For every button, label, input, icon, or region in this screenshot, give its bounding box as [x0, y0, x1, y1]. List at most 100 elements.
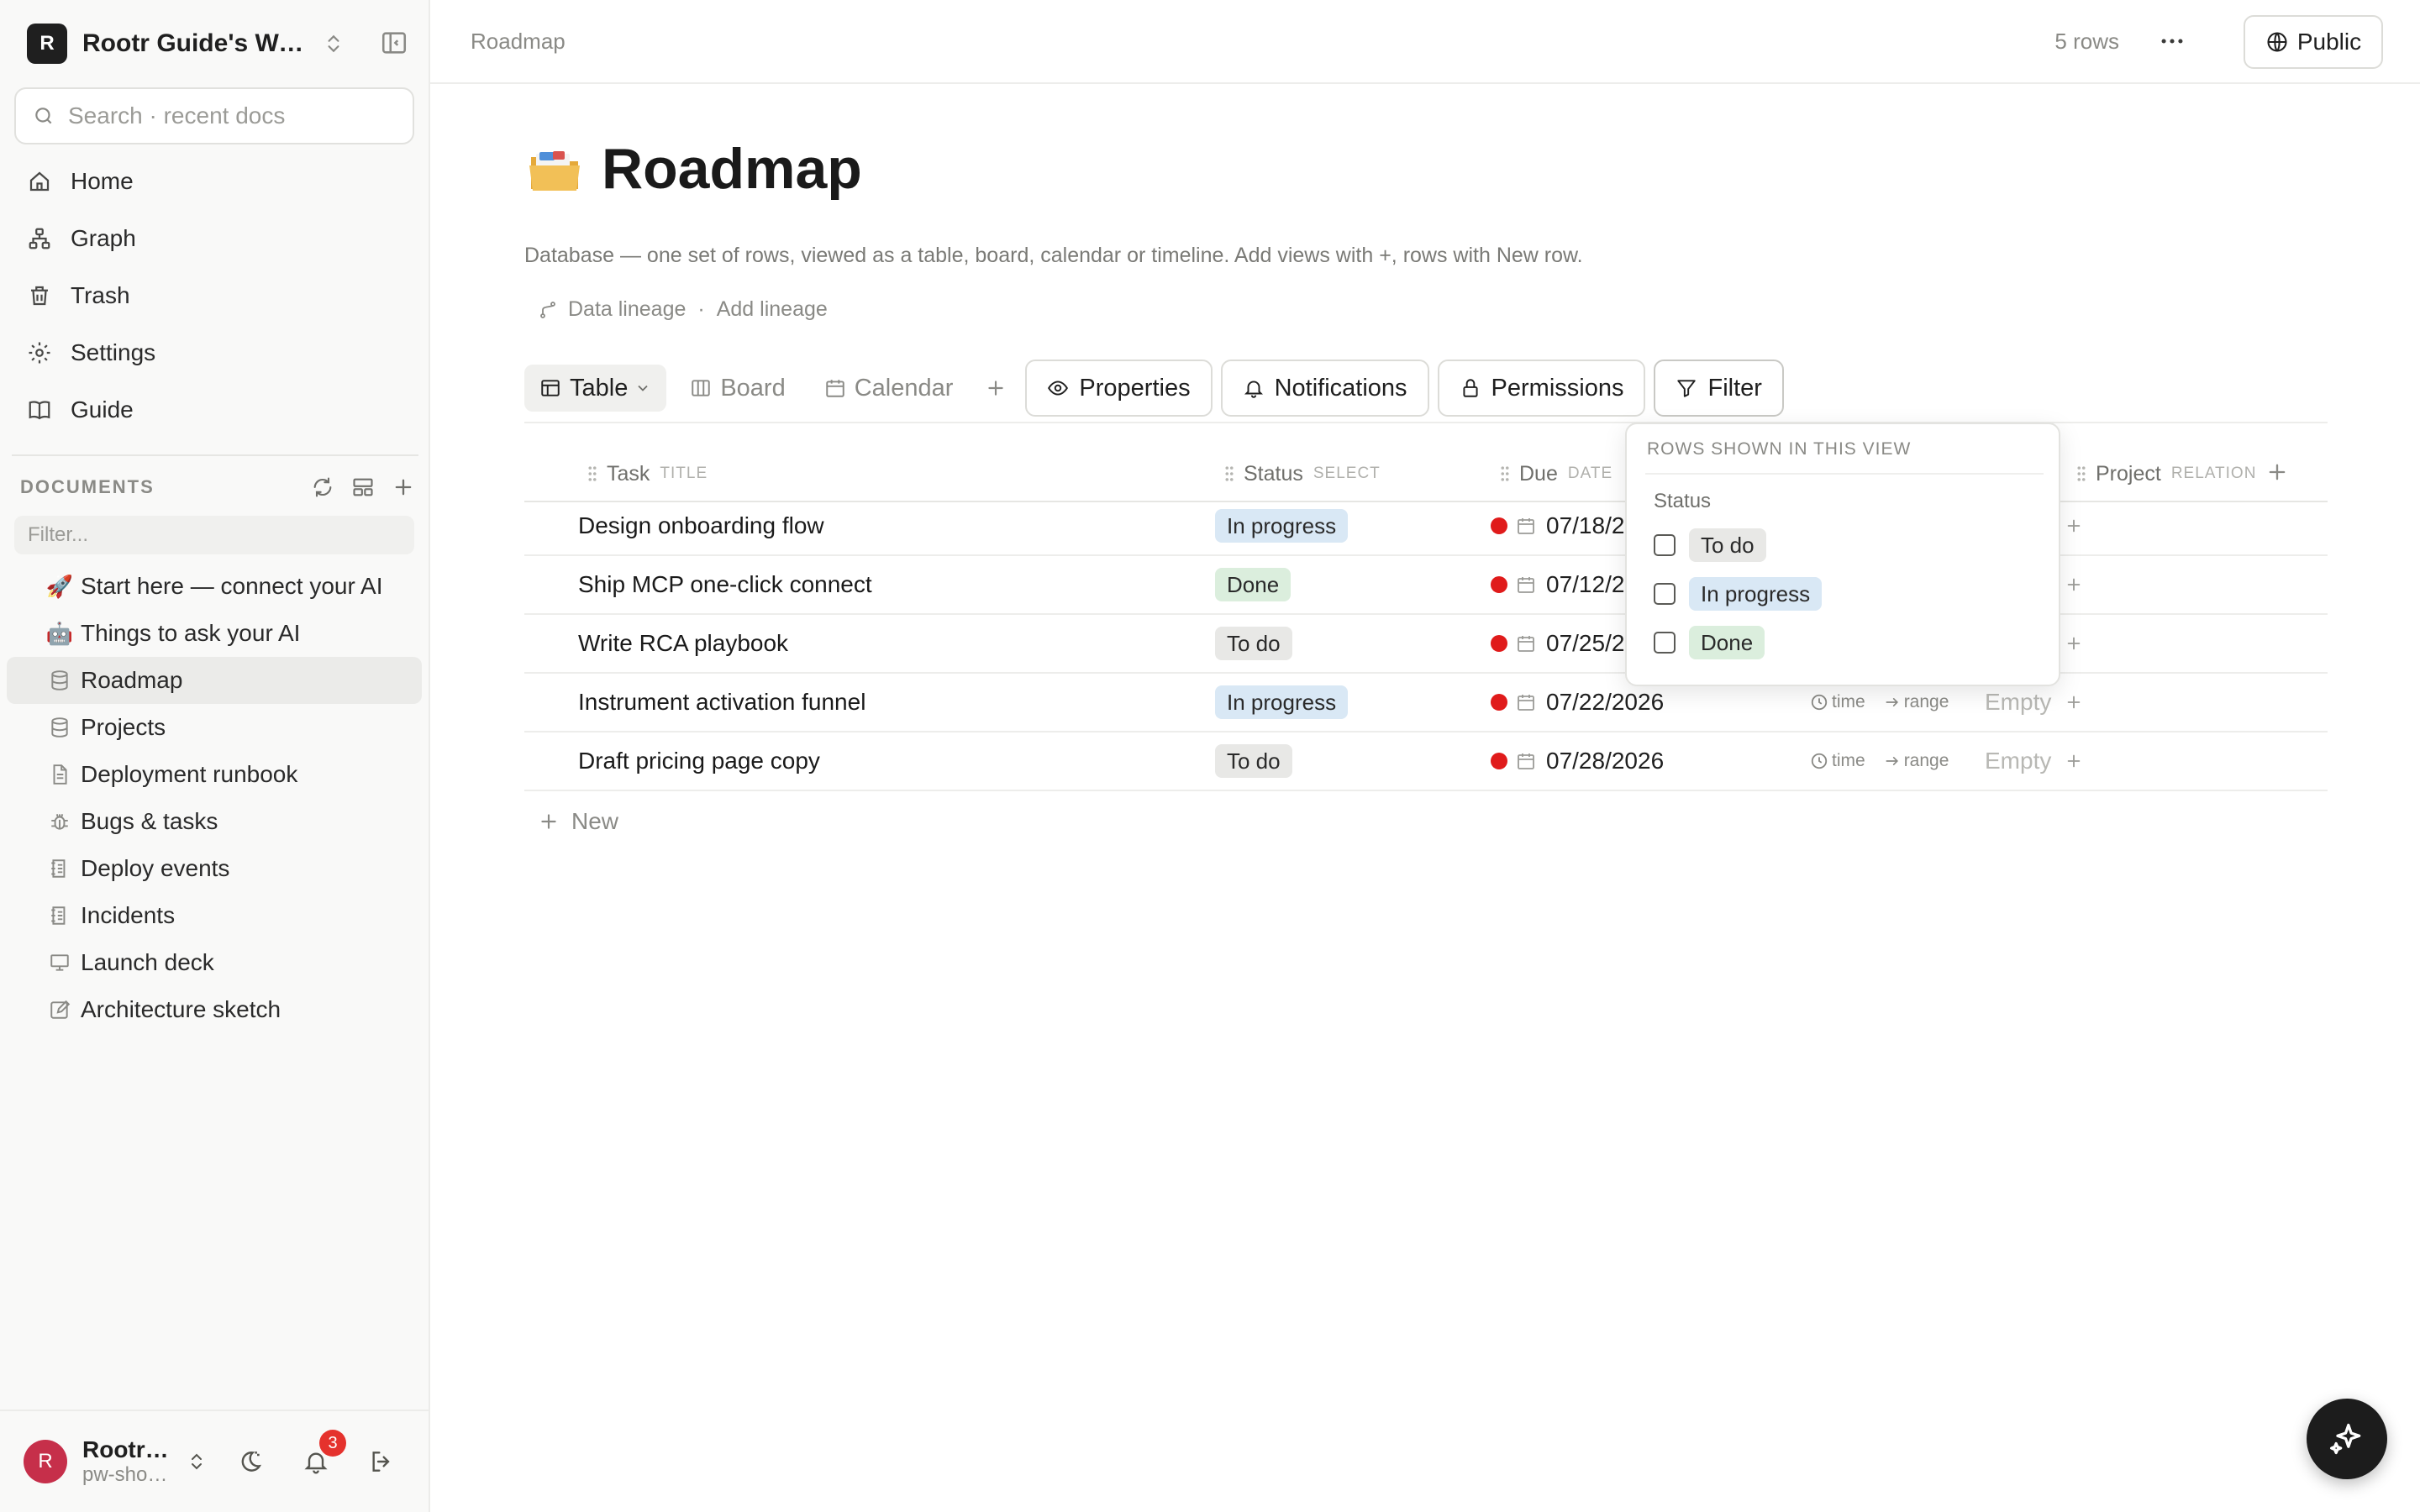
filter-option-to-do[interactable]: To do [1654, 527, 1766, 564]
overdue-indicator [1491, 517, 1507, 534]
workspace-name[interactable]: Rootr Guide's Workspace [82, 29, 311, 58]
drag-handle-icon[interactable] [1223, 465, 1235, 483]
status-cell[interactable]: To do [1215, 615, 1292, 672]
add-time-toggle[interactable]: time [1810, 692, 1865, 712]
add-document-icon[interactable] [392, 475, 415, 499]
document-item-things-to-ask[interactable]: 🤖 Things to ask your AI [7, 610, 422, 657]
document-item-bugs-tasks[interactable]: Bugs & tasks [7, 798, 422, 845]
documents-filter-input[interactable] [28, 523, 397, 547]
data-lineage-label[interactable]: Data lineage [568, 297, 686, 322]
logout-icon[interactable] [368, 1448, 395, 1475]
document-label: Bugs & tasks [81, 808, 218, 834]
column-header-status[interactable]: Status SELECT [1223, 457, 1381, 491]
search-input[interactable] [68, 102, 404, 129]
tab-calendar[interactable]: Calendar [809, 365, 969, 412]
add-time-toggle[interactable]: time [1810, 751, 1865, 771]
database-icon [47, 717, 72, 738]
globe-icon [2267, 32, 2287, 52]
column-header-task[interactable]: Task TITLE [587, 457, 708, 491]
notifications-button[interactable]: Notifications [1220, 360, 1429, 417]
robot-icon: 🤖 [45, 620, 74, 646]
plus-icon[interactable] [2065, 752, 2083, 770]
search-box[interactable] [14, 87, 414, 144]
ai-assistant-button[interactable] [2307, 1399, 2387, 1479]
document-item-launch-deck[interactable]: Launch deck [7, 939, 422, 986]
document-item-incidents[interactable]: Incidents [7, 892, 422, 939]
plus-icon[interactable] [2065, 517, 2083, 535]
drag-handle-icon[interactable] [587, 465, 598, 483]
task-cell[interactable]: Ship MCP one-click connect [578, 556, 872, 613]
status-cell[interactable]: To do [1215, 732, 1292, 790]
add-range-toggle[interactable]: range [1884, 751, 1949, 771]
folder-icon[interactable] [528, 142, 581, 196]
table-row[interactable]: Draft pricing page copy To do 07/28/2026… [524, 732, 2328, 791]
sidebar-item-guide[interactable]: Guide [12, 381, 420, 438]
project-cell[interactable]: Empty [1985, 732, 2083, 790]
document-item-start-here[interactable]: 🚀 Start here — connect your AI [7, 563, 422, 610]
status-cell[interactable]: In progress [1215, 674, 1349, 731]
filter-option-in-progress[interactable]: In progress [1654, 575, 1823, 612]
properties-button[interactable]: Properties [1025, 360, 1213, 417]
chevron-updown-icon[interactable] [323, 33, 345, 55]
checkbox[interactable] [1654, 632, 1676, 654]
add-column-button[interactable] [2265, 460, 2289, 484]
plus-icon[interactable] [2065, 634, 2083, 653]
document-item-roadmap[interactable]: Roadmap [7, 657, 422, 704]
documents-header: DOCUMENTS [20, 470, 415, 504]
document-item-architecture-sketch[interactable]: Architecture sketch [7, 986, 422, 1033]
tab-table[interactable]: Table [524, 365, 667, 412]
status-badge: Done [1215, 568, 1292, 601]
checkbox[interactable] [1654, 583, 1676, 605]
rocket-icon: 🚀 [45, 573, 74, 599]
tab-board[interactable]: Board [675, 365, 800, 412]
drag-handle-icon[interactable] [2075, 465, 2087, 483]
task-cell[interactable]: Design onboarding flow [578, 497, 824, 554]
task-cell[interactable]: Instrument activation funnel [578, 674, 865, 731]
sidebar-item-graph[interactable]: Graph [12, 210, 420, 267]
filter-option-done[interactable]: Done [1654, 624, 1765, 661]
add-range-toggle[interactable]: range [1884, 692, 1949, 712]
document-item-projects[interactable]: Projects [7, 704, 422, 751]
status-cell[interactable]: In progress [1215, 497, 1349, 554]
column-header-due[interactable]: Due DATE [1499, 457, 1612, 491]
drag-handle-icon[interactable] [1499, 465, 1511, 483]
plus-icon[interactable] [2065, 575, 2083, 594]
task-cell[interactable]: Write RCA playbook [578, 615, 788, 672]
document-item-deployment-runbook[interactable]: Deployment runbook [7, 751, 422, 798]
documents-list: 🚀 Start here — connect your AI 🤖 Things … [7, 563, 422, 1033]
document-label: Architecture sketch [81, 996, 281, 1022]
sidebar-item-settings[interactable]: Settings [12, 324, 420, 381]
refresh-icon[interactable] [311, 475, 334, 499]
public-share-button[interactable]: Public [2244, 15, 2383, 69]
chevron-down-icon[interactable] [634, 380, 651, 396]
avatar[interactable]: R [24, 1440, 67, 1483]
breadcrumb[interactable]: Roadmap [471, 29, 566, 55]
page-title[interactable]: Roadmap [602, 136, 862, 202]
workspace-switcher[interactable]: R Rootr Guide's Workspace [27, 22, 408, 66]
chevron-updown-icon[interactable] [187, 1452, 207, 1472]
permissions-button[interactable]: Permissions [1437, 360, 1646, 417]
due-cell[interactable]: 07/28/2026 [1491, 732, 1664, 790]
user-info[interactable]: Rootr Guide pw-showcase [82, 1436, 175, 1487]
status-cell[interactable]: Done [1215, 556, 1292, 613]
column-header-project[interactable]: Project RELATION [2075, 457, 2256, 491]
add-view-button[interactable] [976, 365, 1015, 412]
more-options-icon[interactable] [2158, 27, 2186, 55]
task-cell[interactable]: Draft pricing page copy [578, 732, 820, 790]
new-row-button[interactable]: New [538, 808, 618, 835]
template-icon[interactable] [351, 475, 375, 499]
collapse-sidebar-icon[interactable] [380, 29, 408, 57]
overdue-indicator [1491, 576, 1507, 593]
documents-filter[interactable] [14, 516, 414, 554]
document-item-deploy-events[interactable]: Deploy events [7, 845, 422, 892]
filter-button[interactable]: Filter [1654, 360, 1784, 417]
bell-icon[interactable]: 3 [302, 1430, 346, 1475]
column-name: Task [607, 461, 650, 486]
add-lineage-link[interactable]: Add lineage [717, 297, 828, 322]
public-label: Public [2296, 29, 2362, 55]
plus-icon[interactable] [2065, 693, 2083, 711]
theme-toggle-icon[interactable] [237, 1448, 264, 1475]
sidebar-item-trash[interactable]: Trash [12, 267, 420, 324]
sidebar-item-home[interactable]: Home [12, 153, 420, 210]
checkbox[interactable] [1654, 534, 1676, 556]
